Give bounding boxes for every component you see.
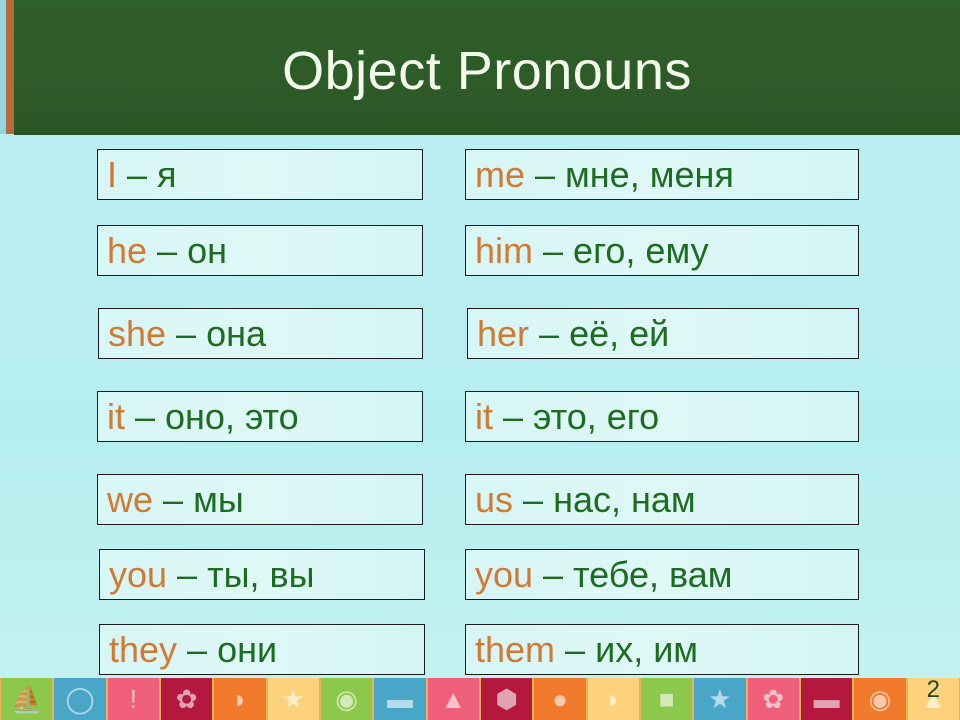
cat-icon: ◉: [335, 684, 358, 714]
dash-separator: –: [493, 396, 534, 437]
russian-translation: её, ей: [569, 313, 670, 354]
subject-pronoun-card: I – я: [97, 149, 423, 200]
subject-pronoun-card: we – мы: [97, 474, 423, 525]
russian-translation: ты, вы: [207, 554, 315, 595]
english-pronoun: it: [107, 396, 125, 437]
russian-translation: я: [157, 154, 177, 195]
cat-icon: ◉: [868, 684, 892, 714]
flower-icon: ✿: [762, 684, 785, 714]
english-pronoun: me: [475, 154, 526, 195]
english-pronoun: us: [475, 479, 514, 520]
footer-tile: ★: [694, 678, 746, 720]
footer-tile: ◉: [320, 678, 373, 720]
footer-tile: ◯: [54, 678, 106, 720]
dash-separator: –: [529, 313, 570, 354]
footer-tile: ★: [267, 678, 319, 720]
footer-tile: ▬: [374, 678, 426, 720]
star-icon: ★: [281, 684, 305, 714]
dash-separator: –: [513, 479, 554, 520]
subject-pronoun-card: she – она: [98, 308, 423, 359]
footer-tile: ✿: [747, 678, 799, 720]
english-pronoun: you: [475, 554, 534, 595]
decorative-footer-strip: ⛵ ◯! ✿ ◗ ★ ◉ ▬ ▲ ⬢ ● ◗ ■ ★ ✿ ▬ ◉ ▲: [0, 678, 960, 720]
russian-translation: его, ему: [573, 230, 709, 271]
footer-tile: ✿: [160, 678, 213, 720]
dash-separator: –: [525, 154, 566, 195]
fish-icon: ◗: [605, 684, 622, 714]
english-pronoun: them: [475, 629, 556, 670]
dash-separator: –: [555, 629, 596, 670]
russian-translation: они: [217, 629, 278, 670]
balloon-icon: ●: [552, 684, 568, 714]
russian-translation: оно, это: [165, 396, 299, 437]
footer-tile: ⬢: [480, 678, 533, 720]
footer-tile: ⛵: [1, 678, 53, 720]
square-icon: ■: [658, 684, 675, 714]
footer-tile: ▬: [800, 678, 853, 720]
fish-icon: ◗: [232, 684, 248, 714]
dash-separator: –: [533, 230, 574, 271]
russian-translation: это, его: [533, 396, 660, 437]
slide-title: Object Pronouns: [282, 41, 692, 101]
footer-tile: ◉: [854, 678, 906, 720]
footer-tile: ●: [534, 678, 586, 720]
footer-tile: ◗: [587, 678, 639, 720]
subject-pronoun-card: he – он: [97, 225, 423, 276]
russian-translation: он: [187, 230, 227, 271]
subject-pronoun-card: it – оно, это: [97, 391, 423, 442]
object-pronoun-card: them – их, им: [465, 624, 859, 675]
sailboat-icon: ⛵: [10, 684, 43, 714]
flower-icon: ✿: [175, 684, 198, 714]
dash-separator: –: [117, 154, 158, 195]
left-edge-accent: [6, 0, 14, 134]
hexagon-icon: ⬢: [495, 684, 518, 714]
subject-pronoun-card: they – они: [99, 624, 425, 675]
english-pronoun: he: [107, 230, 148, 271]
english-pronoun: she: [108, 313, 167, 354]
car-icon: ▬: [386, 684, 413, 714]
object-pronoun-card: her – её, ей: [467, 308, 859, 359]
object-pronoun-card: you – тебе, вам: [465, 549, 859, 600]
subject-pronoun-card: you – ты, вы: [99, 549, 425, 600]
sailboat-icon: ▲: [440, 684, 467, 714]
footer-tile: !: [107, 678, 159, 720]
english-pronoun: her: [477, 313, 530, 354]
star-icon: ★: [708, 684, 732, 714]
english-pronoun: we: [107, 479, 154, 520]
russian-translation: она: [206, 313, 267, 354]
dash-separator: –: [166, 313, 207, 354]
object-pronoun-card: it – это, его: [465, 391, 859, 442]
footer-tile: ▲: [427, 678, 479, 720]
russian-translation: их, им: [595, 629, 699, 670]
dash-separator: –: [177, 629, 218, 670]
object-pronoun-card: us – нас, нам: [465, 474, 859, 525]
page-number: 2: [926, 676, 940, 703]
english-pronoun: I: [107, 154, 118, 195]
object-pronoun-card: him – его, ему: [465, 225, 859, 276]
russian-translation: нас, нам: [553, 479, 696, 520]
russian-translation: тебе, вам: [573, 554, 733, 595]
english-pronoun: you: [109, 554, 168, 595]
dash-separator: –: [167, 554, 208, 595]
footer-tile: ■: [640, 678, 693, 720]
ring-icon: ◯: [65, 684, 95, 714]
dash-separator: –: [125, 396, 166, 437]
dash-separator: –: [153, 479, 194, 520]
dash-separator: –: [533, 554, 574, 595]
english-pronoun: it: [475, 396, 493, 437]
russian-translation: мы: [193, 479, 244, 520]
exclamation-icon: !: [129, 684, 137, 714]
english-pronoun: him: [475, 230, 534, 271]
car-icon: ▬: [813, 684, 840, 714]
dash-separator: –: [147, 230, 188, 271]
russian-translation: мне, меня: [565, 154, 734, 195]
object-pronoun-card: me – мне, меня: [465, 149, 859, 200]
english-pronoun: they: [109, 629, 178, 670]
footer-tile: ◗: [214, 678, 266, 720]
slide-header: Object Pronouns: [14, 0, 960, 135]
